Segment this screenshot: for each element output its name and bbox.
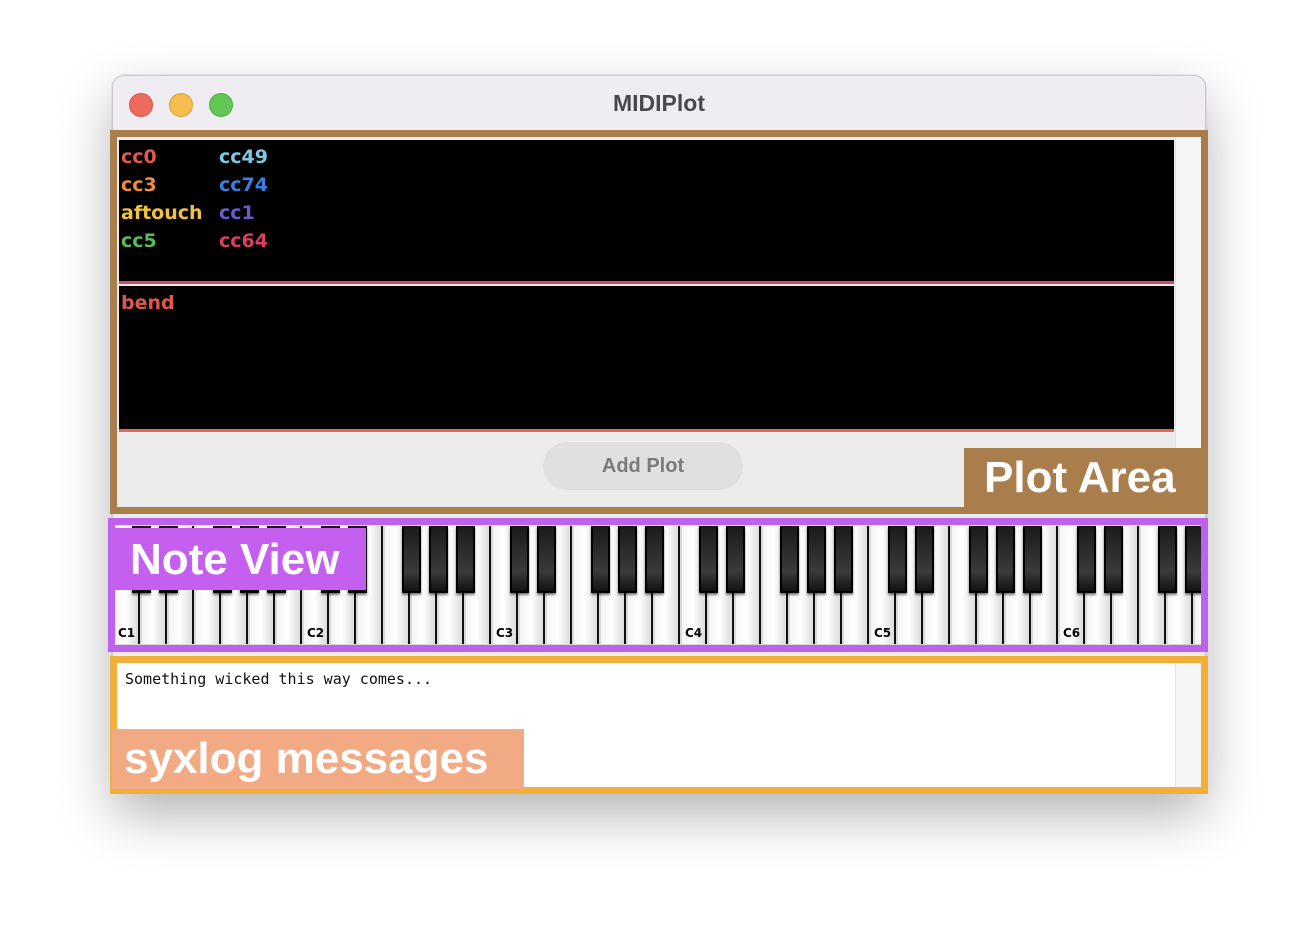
title-bar: MIDIPlot (113, 76, 1205, 131)
window-title: MIDIPlot (613, 90, 705, 116)
legend-cc5: cc5 (121, 230, 157, 252)
black-key[interactable] (1185, 526, 1201, 593)
plot-area-annotation: Plot Area (964, 448, 1202, 508)
legend-aftouch: aftouch (121, 202, 203, 224)
black-key[interactable] (645, 526, 664, 593)
black-key[interactable] (1023, 526, 1042, 593)
octave-label: C6 (1063, 626, 1081, 640)
legend-cc3: cc3 (121, 174, 157, 196)
legend-cc49: cc49 (219, 146, 268, 168)
legend-bend: bend (121, 292, 175, 314)
black-key[interactable] (402, 526, 421, 593)
syxlog-scroll-gutter[interactable] (1175, 658, 1205, 792)
legend-cc64: cc64 (219, 230, 268, 252)
plot-1[interactable]: cc0 cc3 aftouch cc5 cc49 cc74 cc1 cc64 (119, 140, 1174, 284)
black-key[interactable] (807, 526, 826, 593)
black-key[interactable] (429, 526, 448, 593)
black-key[interactable] (510, 526, 529, 593)
black-key[interactable] (1104, 526, 1123, 593)
octave-label: C5 (874, 626, 892, 640)
plot-scroll-gutter[interactable] (1175, 132, 1205, 502)
legend-cc0: cc0 (121, 146, 157, 168)
octave-label: C2 (307, 626, 325, 640)
legend-cc74: cc74 (219, 174, 268, 196)
syxlog-annotation: syxlog messages (112, 729, 524, 789)
app-window: MIDIPlot cc0 cc3 aftouch cc5 cc49 cc74 c… (112, 75, 1206, 793)
syxlog-message: Something wicked this way comes... (125, 670, 433, 688)
black-key[interactable] (726, 526, 745, 593)
black-key[interactable] (888, 526, 907, 593)
octave-label: C1 (118, 626, 136, 640)
black-key[interactable] (456, 526, 475, 593)
black-key[interactable] (996, 526, 1015, 593)
octave-label: C4 (685, 626, 703, 640)
plot-2[interactable]: bend (119, 286, 1174, 432)
legend-cc1: cc1 (219, 202, 255, 224)
black-key[interactable] (591, 526, 610, 593)
black-key[interactable] (1077, 526, 1096, 593)
octave-label: C3 (496, 626, 514, 640)
black-key[interactable] (834, 526, 853, 593)
black-key[interactable] (1158, 526, 1177, 593)
note-view-annotation: Note View (112, 528, 366, 590)
black-key[interactable] (969, 526, 988, 593)
black-key[interactable] (780, 526, 799, 593)
black-key[interactable] (618, 526, 637, 593)
black-key[interactable] (537, 526, 556, 593)
add-plot-button[interactable]: Add Plot (543, 442, 743, 490)
black-key[interactable] (915, 526, 934, 593)
black-key[interactable] (699, 526, 718, 593)
